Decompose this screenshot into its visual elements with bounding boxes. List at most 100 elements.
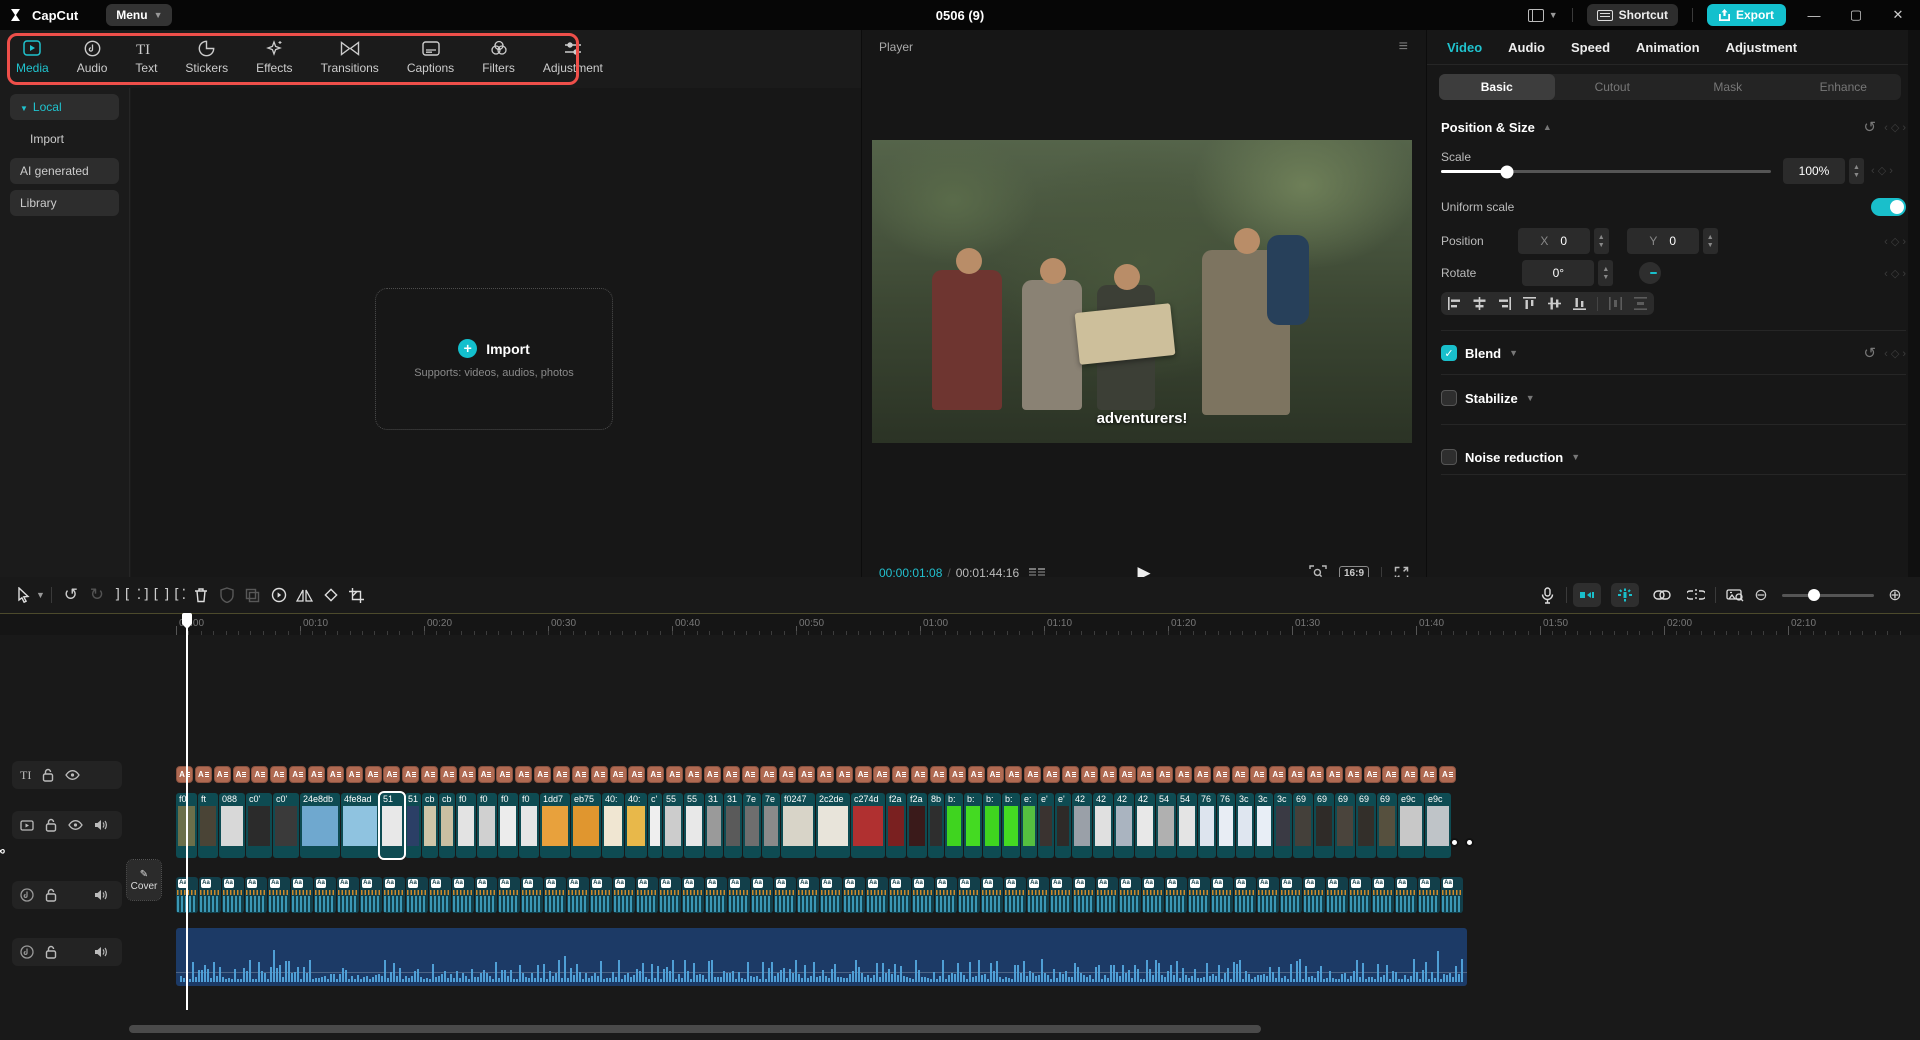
mirror-button[interactable] [292,582,318,608]
video-clip[interactable]: e' [1038,793,1054,858]
align-bottom-icon[interactable] [1572,296,1587,311]
text-clip[interactable]: A [1420,766,1437,783]
video-preview[interactable]: adventurers! [872,140,1412,443]
text-clip[interactable]: A [176,766,193,783]
noise-reduction-checkbox[interactable] [1441,449,1457,465]
edit-cover-button[interactable]: ✎ Cover [127,860,161,900]
inspector-scrollbar[interactable] [1908,30,1920,577]
audio-clip[interactable]: Aa [268,877,290,913]
chevron-down-icon[interactable]: ▼ [1571,452,1580,462]
text-clip[interactable]: A [817,766,834,783]
text-clip[interactable]: A [421,766,438,783]
sidebar-item-ai-generated[interactable]: AI generated [10,158,119,184]
video-clip[interactable]: 42 [1135,793,1155,858]
audio-clip[interactable]: Aa [728,877,750,913]
video-clip[interactable]: 55 [684,793,704,858]
video-clip[interactable]: c0' [246,793,272,858]
audio-clip[interactable]: Aa [1165,877,1187,913]
audio-clip[interactable]: Aa [1027,877,1049,913]
video-clip[interactable]: 42 [1093,793,1113,858]
maximize-button[interactable]: ▢ [1842,7,1870,23]
lock-icon[interactable] [42,768,54,782]
sidebar-item-local[interactable]: ▼Local [10,94,119,120]
delete-button[interactable] [188,582,214,608]
align-center-vertical-icon[interactable] [1547,296,1562,311]
video-clip[interactable]: e: [1021,793,1037,858]
audio-clip[interactable]: Aa [981,877,1003,913]
video-clip[interactable]: 51 [380,793,404,858]
video-clip[interactable]: b: [983,793,1001,858]
chevron-down-icon[interactable]: ▼ [1526,393,1535,403]
audio-clip[interactable]: Aa [498,877,520,913]
text-clip[interactable]: A [459,766,476,783]
text-clip[interactable]: A [742,766,759,783]
player-menu-icon[interactable]: ≡ [1399,38,1409,56]
audio-clip[interactable]: Aa [705,877,727,913]
lock-icon[interactable] [45,818,57,832]
audio-clip[interactable]: Aa [383,877,405,913]
chevron-down-icon[interactable]: ▼ [36,590,45,600]
video-clip[interactable]: 1dd7 [540,793,570,858]
text-clip[interactable]: A [289,766,306,783]
text-clip[interactable]: A [1137,766,1154,783]
text-clip[interactable]: A [383,766,400,783]
video-clip[interactable]: 31 [705,793,723,858]
text-clip[interactable]: A [1232,766,1249,783]
preview-axis-toggle[interactable] [1611,583,1639,607]
video-clip[interactable]: cb [439,793,455,858]
select-tool-button[interactable] [10,582,36,608]
keyframe-dot[interactable] [1450,838,1459,847]
inspector-tab-audio[interactable]: Audio [1508,40,1545,55]
close-button[interactable]: ✕ [1884,7,1912,23]
text-clip[interactable]: A [1345,766,1362,783]
export-button[interactable]: Export [1707,4,1786,26]
audio-clip[interactable]: Aa [912,877,934,913]
timeline-ruler[interactable]: 00:0000:1000:2000:3000:4000:5001:0001:10… [0,613,1920,635]
text-clip[interactable]: A [1119,766,1136,783]
video-clip[interactable]: c274d [851,793,885,858]
text-clip[interactable]: A [968,766,985,783]
audio-clip[interactable]: Aa [889,877,911,913]
video-clip[interactable]: e9c [1398,793,1424,858]
video-clip[interactable]: 2c2de [816,793,850,858]
undo-button[interactable]: ↺ [58,582,84,608]
audio-clip[interactable]: Aa [567,877,589,913]
text-clip[interactable]: A [987,766,1004,783]
audio-clip[interactable]: Aa [682,877,704,913]
split-right-button[interactable]: ][⁚ [162,582,188,608]
scale-stepper[interactable]: ▲▼ [1849,158,1864,184]
text-clip[interactable]: A [1269,766,1286,783]
speaker-icon[interactable] [94,946,108,958]
text-clip[interactable]: A [1326,766,1343,783]
inspector-tab-adjustment[interactable]: Adjustment [1726,40,1798,55]
position-y-field[interactable]: Y0 [1627,228,1699,254]
audio-clip[interactable]: Aa [1280,877,1302,913]
audio-clip[interactable]: Aa [1050,877,1072,913]
video-clip[interactable]: f0 [498,793,518,858]
audio-clip[interactable]: Aa [429,877,451,913]
text-clip[interactable]: A [308,766,325,783]
unlink-button[interactable] [1683,582,1709,608]
text-clip[interactable]: A [1213,766,1230,783]
video-clip[interactable]: 69 [1377,793,1397,858]
rotate-knob[interactable] [1639,262,1661,284]
audio-clip[interactable]: Aa [1372,877,1394,913]
text-clip[interactable]: A [949,766,966,783]
text-clip[interactable]: A [1043,766,1060,783]
text-clip[interactable]: A [1175,766,1192,783]
chevron-down-icon[interactable]: ▼ [1509,348,1518,358]
text-clip[interactable]: A [836,766,853,783]
text-clip[interactable]: A [1194,766,1211,783]
video-clip[interactable]: 3c [1255,793,1273,858]
speed-button[interactable] [266,582,292,608]
text-clip[interactable]: A [1288,766,1305,783]
collapse-icon[interactable]: ▲ [1543,122,1552,132]
video-clip[interactable]: cb [422,793,438,858]
text-clip[interactable]: A [685,766,702,783]
caption-overlay[interactable]: adventurers! [872,410,1412,427]
text-clip[interactable]: A [440,766,457,783]
audio-clip[interactable]: Aa [820,877,842,913]
video-clip[interactable]: 42 [1114,793,1134,858]
tab-media[interactable]: Media [14,36,51,77]
video-clip[interactable]: ft [198,793,218,858]
